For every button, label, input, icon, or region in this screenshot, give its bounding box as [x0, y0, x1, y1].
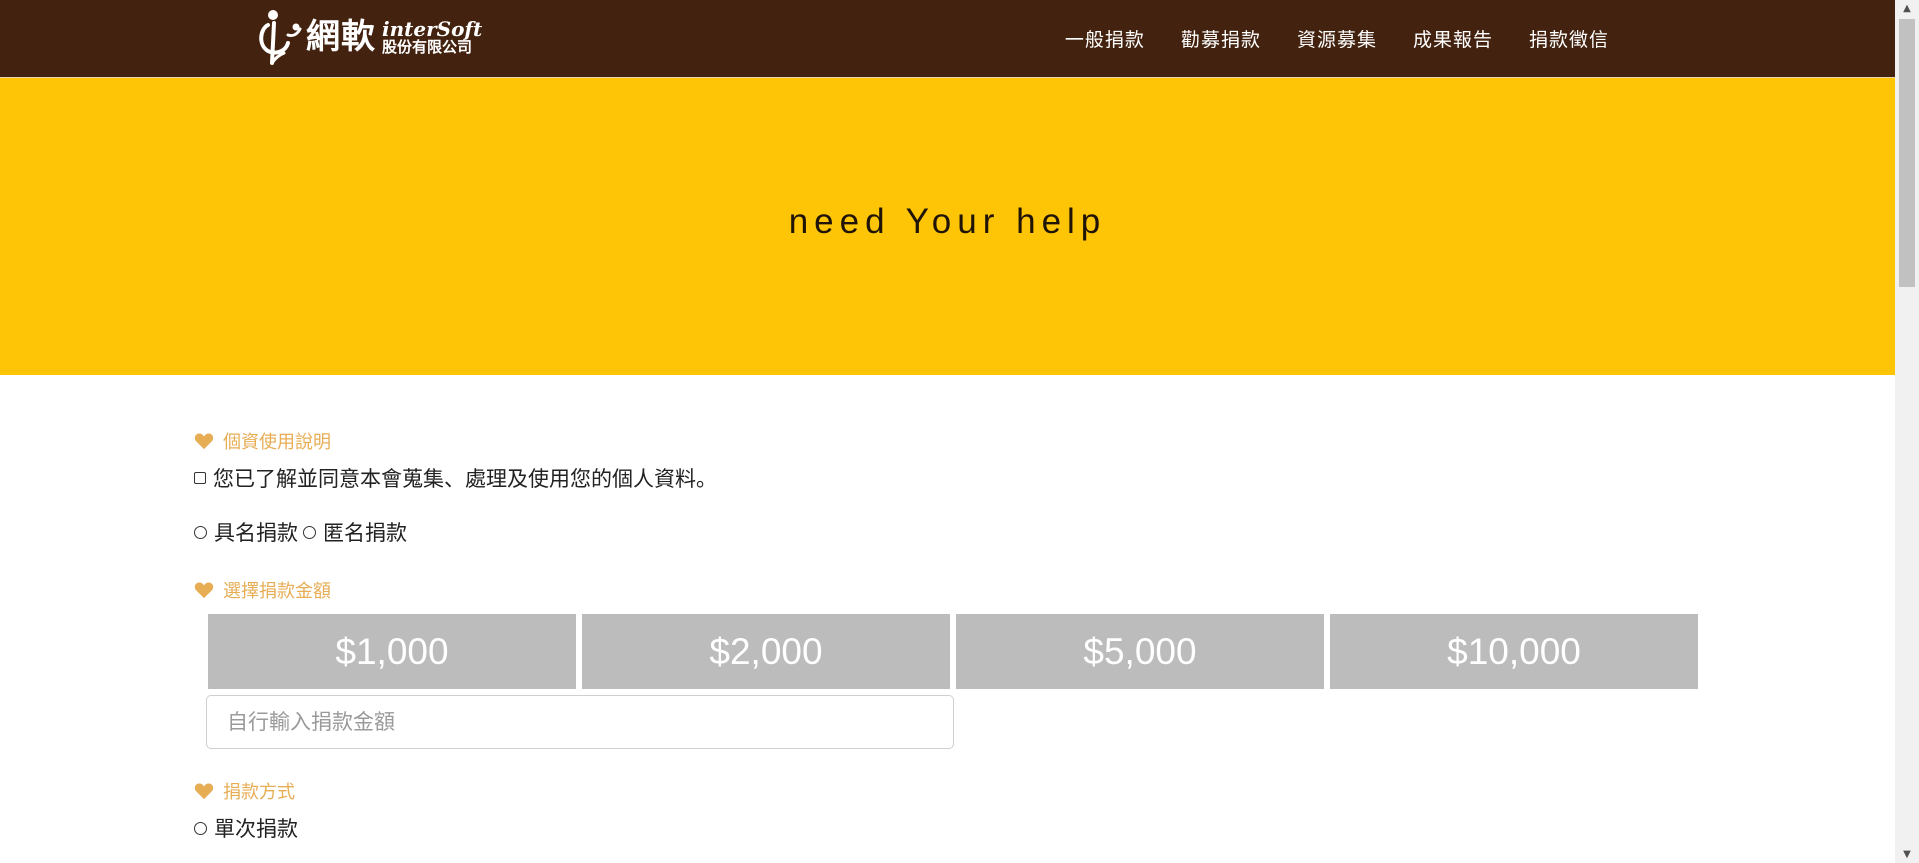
- scroll-up-arrow-icon[interactable]: ▲: [1895, 0, 1919, 17]
- amount-1000-button[interactable]: $1,000: [208, 614, 576, 689]
- main-nav: 一般捐款 勸募捐款 資源募集 成果報告 捐款徵信: [1065, 0, 1609, 77]
- method-section-title: 捐款方式: [194, 778, 295, 804]
- site-logo[interactable]: 網軟 interSoft 股份有限公司: [258, 6, 482, 68]
- scroll-down-arrow-icon[interactable]: ▼: [1895, 846, 1919, 863]
- named-donation-label[interactable]: 具名捐款: [214, 517, 298, 547]
- identity-options: 具名捐款 匿名捐款: [194, 517, 407, 547]
- scrollbar-thumb[interactable]: [1899, 19, 1915, 287]
- logo-subtitle: 股份有限公司: [382, 38, 473, 56]
- nav-donation-receipts[interactable]: 捐款徵信: [1529, 25, 1609, 52]
- named-donation-radio[interactable]: [194, 525, 207, 539]
- top-navbar: 網軟 interSoft 股份有限公司 一般捐款 勸募捐款 資源募集 成果報告 …: [0, 0, 1895, 78]
- amount-2000-button[interactable]: $2,000: [582, 614, 950, 689]
- method-options: 單次捐款: [194, 813, 298, 843]
- nav-general-donation[interactable]: 一般捐款: [1065, 25, 1145, 52]
- hero-banner: need Your help: [0, 78, 1895, 375]
- privacy-title-text: 個資使用說明: [223, 432, 331, 453]
- banner-text: need Your help: [788, 201, 1107, 241]
- page: 網軟 interSoft 股份有限公司 一般捐款 勸募捐款 資源募集 成果報告 …: [0, 0, 1895, 863]
- method-title-text: 捐款方式: [223, 782, 295, 803]
- amount-section-title: 選擇捐款金額: [194, 577, 331, 603]
- privacy-section-title: 個資使用說明: [194, 428, 331, 454]
- logo-mark-icon: [258, 7, 304, 67]
- heart-icon: [194, 783, 214, 800]
- anonymous-donation-radio[interactable]: [303, 525, 316, 539]
- anonymous-donation-label[interactable]: 匿名捐款: [323, 517, 407, 547]
- nav-fundraising-donation[interactable]: 勸募捐款: [1181, 25, 1261, 52]
- amount-10000-button[interactable]: $10,000: [1330, 614, 1698, 689]
- nav-resource-collection[interactable]: 資源募集: [1297, 25, 1377, 52]
- amount-options: $1,000 $2,000 $5,000 $10,000: [208, 614, 1698, 689]
- nav-results-report[interactable]: 成果報告: [1413, 25, 1493, 52]
- logo-text-group: interSoft 股份有限公司: [382, 19, 482, 55]
- consent-label: 您已了解並同意本會蒐集、處理及使用您的個人資料。: [213, 467, 717, 491]
- privacy-consent[interactable]: 您已了解並同意本會蒐集、處理及使用您的個人資料。: [194, 463, 717, 493]
- single-donation-label[interactable]: 單次捐款: [214, 813, 298, 843]
- page-scrollbar[interactable]: ▲ ▼: [1895, 0, 1919, 863]
- logo-name-cn: 網軟: [306, 17, 376, 57]
- heart-icon: [194, 433, 214, 450]
- heart-icon: [194, 582, 214, 599]
- logo-name-en: interSoft: [382, 17, 483, 41]
- amount-5000-button[interactable]: $5,000: [956, 614, 1324, 689]
- consent-checkbox[interactable]: [194, 472, 206, 484]
- amount-title-text: 選擇捐款金額: [223, 581, 331, 602]
- single-donation-radio[interactable]: [194, 821, 207, 835]
- custom-amount-input[interactable]: [206, 695, 954, 749]
